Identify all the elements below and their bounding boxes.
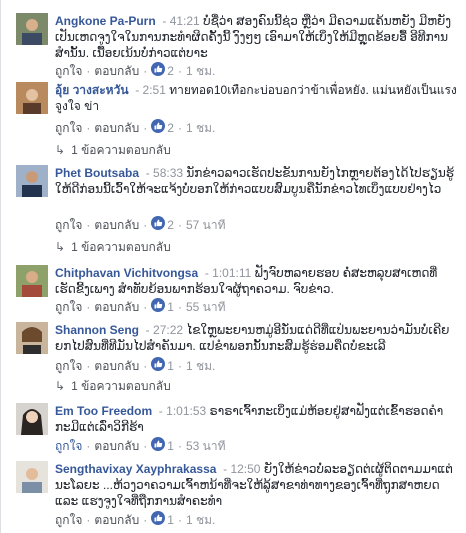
comment-age[interactable]: 1 ชม. [186, 513, 215, 527]
reaction-count[interactable]: 2 [167, 121, 174, 135]
like-reaction-icon[interactable] [151, 510, 166, 529]
comment-actions: ถูกใจ · ตอบกลับ · 2 · 1 ชม. [55, 61, 215, 80]
like-reaction-icon[interactable] [151, 297, 166, 316]
like-reaction-icon[interactable] [151, 118, 166, 137]
comment-author-link[interactable]: Angkone Pa-Purn [55, 14, 156, 28]
reaction-count[interactable]: 1 [167, 439, 174, 453]
video-timestamp[interactable]: - 1:01:53 [155, 404, 206, 418]
view-replies-link[interactable]: ↳ 1 ข้อความตอบกลับ [55, 239, 171, 255]
like-link[interactable]: ถูกใจ [55, 300, 82, 314]
avatar[interactable] [16, 461, 48, 493]
comment-actions: ถูกใจ · ตอบกลับ · 2 · 57 นาที [55, 215, 226, 234]
reply-link[interactable]: ตอบกลับ [94, 64, 139, 78]
reaction-count[interactable]: 1 [167, 513, 174, 527]
comment-age[interactable]: 57 นาที [186, 218, 226, 232]
reaction-count[interactable]: 1 [167, 359, 174, 373]
comment-author-link[interactable]: Chitphavan Vichitvongsa [55, 266, 198, 280]
comment-body: Phet Boutsaba - 58:33 ນັກຂ່າວລາວເຮັດປະຂັ… [55, 165, 457, 197]
comment-age[interactable]: 1 ชม. [186, 121, 215, 135]
comment-author-link[interactable]: อุ้ย วางสะหวัน [55, 83, 129, 97]
view-replies-link[interactable]: ↳ 1 ข้อความตอบกลับ [55, 142, 171, 158]
reply-link[interactable]: ตอบกลับ [94, 439, 139, 453]
comment-age[interactable]: 55 นาที [186, 300, 226, 314]
reaction-count[interactable]: 2 [167, 64, 174, 78]
video-timestamp[interactable]: - 2:51 [132, 83, 166, 97]
reply-link[interactable]: ตอบกลับ [94, 513, 139, 527]
like-link[interactable]: ถูกใจ [55, 64, 82, 78]
like-link[interactable]: ถูกใจ [55, 218, 82, 232]
comment-body: Angkone Pa-Purn - 41:21 ບໍ່ຊື່ວ່າ ສອງຄົນ… [55, 13, 457, 61]
like-link[interactable]: ถูกใจ [55, 121, 82, 135]
comment-author-link[interactable]: Shannon Seng [55, 323, 139, 337]
like-link[interactable]: ถูกใจ [55, 439, 82, 453]
reply-arrow-icon: ↳ [55, 379, 66, 393]
video-timestamp[interactable]: - 1:01:11 [201, 266, 252, 280]
view-replies-link[interactable]: ↳ 1 ข้อความตอบกลับ [55, 378, 171, 394]
like-reaction-icon[interactable] [151, 215, 166, 234]
video-timestamp[interactable]: - 58:33 [142, 166, 183, 180]
video-timestamp[interactable]: - 27:22 [142, 323, 183, 337]
avatar[interactable] [16, 165, 48, 197]
reaction-count[interactable]: 1 [167, 300, 174, 314]
video-timestamp[interactable]: - 41:21 [159, 14, 199, 28]
comment-body: อุ้ย วางสะหวัน - 2:51 ทายทอด10เทือกะบ่อบ… [55, 82, 457, 114]
comment-body: Chitphavan Vichitvongsa - 1:01:11 ຟັງຈົບ… [55, 265, 457, 297]
video-timestamp[interactable]: - 12:50 [220, 462, 260, 476]
reply-link[interactable]: ตอบกลับ [94, 121, 139, 135]
comment-thread: Angkone Pa-Purn - 41:21 ບໍ່ຊື່ວ່າ ສອງຄົນ… [0, 0, 466, 533]
reply-arrow-icon: ↳ [55, 143, 66, 157]
reaction-count[interactable]: 2 [167, 218, 174, 232]
comment-author-link[interactable]: Phet Boutsaba [55, 166, 139, 180]
reply-arrow-icon: ↳ [55, 240, 66, 254]
comment-body: Em Too Freedom - 1:01:53 ຣາຣາເຈົ້າກະເບິ່… [55, 403, 457, 435]
comment-body: Sengthavixay Xayphrakassa - 12:50 ຍັງໃຫ້… [55, 461, 457, 509]
reply-link[interactable]: ตอบกลับ [94, 218, 139, 232]
comment-age[interactable]: 1 ชม. [186, 64, 215, 78]
comment-body: Shannon Seng - 27:22 ໄຂໃຫຼພະຍານຫມູ່ອີນັ່… [55, 322, 457, 354]
comment-age[interactable]: 53 นาที [186, 439, 226, 453]
avatar[interactable] [16, 82, 48, 114]
comment-author-link[interactable]: Em Too Freedom [55, 404, 152, 418]
avatar[interactable] [16, 322, 48, 354]
comment-actions: ถูกใจ · ตอบกลับ · 1 · 55 นาที [55, 297, 226, 316]
like-reaction-icon[interactable] [151, 436, 166, 455]
like-link[interactable]: ถูกใจ [55, 513, 82, 527]
comment-actions: ถูกใจ · ตอบกลับ · 1 · 1 ชม. [55, 356, 215, 375]
comment-age[interactable]: 1 ชม. [186, 359, 215, 373]
comment-author-link[interactable]: Sengthavixay Xayphrakassa [55, 462, 216, 476]
comment-actions: ถูกใจ · ตอบกลับ · 1 · 1 ชม. [55, 510, 215, 529]
reply-link[interactable]: ตอบกลับ [94, 300, 139, 314]
avatar[interactable] [16, 13, 48, 45]
like-reaction-icon[interactable] [151, 356, 166, 375]
comment-actions: ถูกใจ · ตอบกลับ · 2 · 1 ชม. [55, 118, 215, 137]
avatar[interactable] [16, 265, 48, 297]
like-link[interactable]: ถูกใจ [55, 359, 82, 373]
reply-link[interactable]: ตอบกลับ [94, 359, 139, 373]
like-reaction-icon[interactable] [151, 61, 166, 80]
avatar[interactable] [16, 403, 48, 435]
comment-actions: ถูกใจ · ตอบกลับ · 1 · 53 นาที [55, 436, 226, 455]
